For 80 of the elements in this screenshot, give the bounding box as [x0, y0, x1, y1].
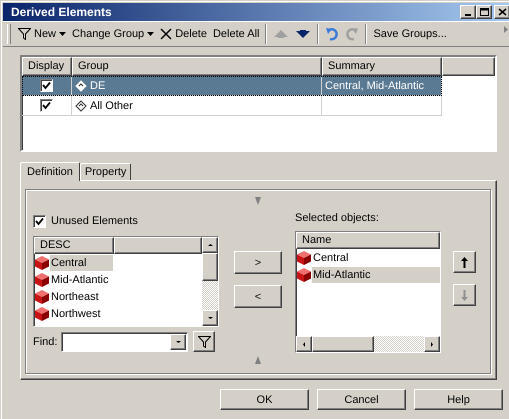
caret-icon: [174, 340, 182, 344]
tab[interactable]: Definition: [20, 162, 80, 181]
check-icon: [42, 81, 51, 90]
tab[interactable]: Property: [80, 163, 132, 180]
cube-icon: [296, 266, 312, 282]
table-cell: All Other: [90, 100, 133, 112]
down-arrow-icon: [206, 316, 214, 320]
caret-icon: [147, 32, 154, 36]
funnel-icon: [18, 28, 31, 40]
up-arrow-icon: [461, 256, 468, 268]
caret-icon: [59, 32, 66, 36]
cube-icon: [296, 250, 312, 266]
find-combo-box[interactable]: [61, 332, 188, 352]
toolbar-button[interactable]: Delete: [157, 23, 210, 45]
table-cell: Central, Mid-Atlantic: [325, 80, 424, 92]
toolbar-button[interactable]: Delete All: [210, 23, 262, 45]
checkbox[interactable]: [33, 214, 46, 228]
down-arrow-icon: [295, 29, 312, 39]
checkbox-label: Unused Elements: [51, 215, 138, 227]
down-arrow-icon: [461, 290, 468, 300]
check-icon: [35, 216, 44, 226]
scroll-left-button[interactable]: [296, 336, 312, 352]
scroll-thumb[interactable]: [202, 253, 218, 281]
close-button[interactable]: [494, 5, 509, 19]
table-row[interactable]: DE Central, Mid-Atlantic: [22, 76, 442, 96]
window-title: Derived Elements: [11, 5, 113, 19]
column-header[interactable]: Group: [72, 57, 322, 76]
column-header[interactable]: Summary: [322, 57, 442, 76]
cube-icon: [34, 306, 50, 322]
scroll-thumb[interactable]: [312, 336, 374, 352]
list-item[interactable]: Central: [312, 250, 440, 266]
field-label: Find:: [33, 336, 58, 348]
redo-icon: [345, 27, 360, 41]
column-header[interactable]: Display: [22, 57, 72, 76]
delete-icon: [160, 28, 172, 40]
list-item[interactable]: Central: [50, 254, 113, 270]
scroll-right-button[interactable]: [424, 336, 440, 352]
check-icon: [42, 101, 51, 110]
checkbox[interactable]: [40, 99, 53, 112]
up-arrow-icon: [206, 243, 214, 247]
list-item[interactable]: Mid-Atlantic: [50, 272, 113, 288]
dialog-button[interactable]: Help: [414, 389, 503, 410]
up-arrow-icon: [273, 29, 290, 39]
close-icon: [498, 8, 506, 16]
move-button[interactable]: >: [234, 251, 282, 274]
list-label: Selected objects:: [295, 212, 380, 226]
grip-handle[interactable]: [7, 24, 11, 44]
toolbar-button[interactable]: Save Groups...: [370, 23, 450, 45]
toolbar-button[interactable]: Change Group: [69, 23, 158, 45]
toolbar-button[interactable]: New: [15, 23, 70, 45]
dialog-button[interactable]: OK: [220, 389, 309, 410]
list-item[interactable]: Northwest: [50, 306, 113, 322]
dialog-button[interactable]: Cancel: [317, 389, 406, 410]
table-cell: DE: [90, 80, 106, 92]
column-header[interactable]: DESC: [34, 237, 114, 254]
undo-icon: [325, 27, 340, 41]
cube-icon: [34, 254, 50, 270]
funnel-icon: [198, 336, 211, 348]
chevron-icon: [504, 26, 508, 33]
checkbox[interactable]: [40, 79, 53, 92]
left-arrow-icon: [302, 340, 306, 348]
down-triangle-icon: [254, 196, 262, 206]
diamond-icon: [75, 100, 87, 112]
right-arrow-icon: [430, 340, 434, 348]
cube-icon: [34, 272, 50, 288]
maximize-button[interactable]: [476, 5, 492, 19]
cube-icon: [34, 288, 50, 304]
list-item[interactable]: Northeast: [50, 288, 113, 304]
scroll-down-button[interactable]: [202, 310, 218, 326]
move-button[interactable]: <: [234, 285, 282, 308]
minimize-button[interactable]: [460, 5, 476, 19]
scroll-up-button[interactable]: [202, 237, 218, 253]
table-row[interactable]: All Other: [22, 96, 442, 116]
maximize-icon: [480, 8, 488, 16]
column-header[interactable]: Name: [296, 232, 440, 249]
filter-button[interactable]: [193, 331, 216, 352]
up-triangle-icon: [254, 355, 262, 365]
reorder-button[interactable]: [453, 251, 476, 273]
list-item[interactable]: Mid-Atlantic: [312, 266, 440, 282]
diamond-icon: [75, 80, 87, 92]
